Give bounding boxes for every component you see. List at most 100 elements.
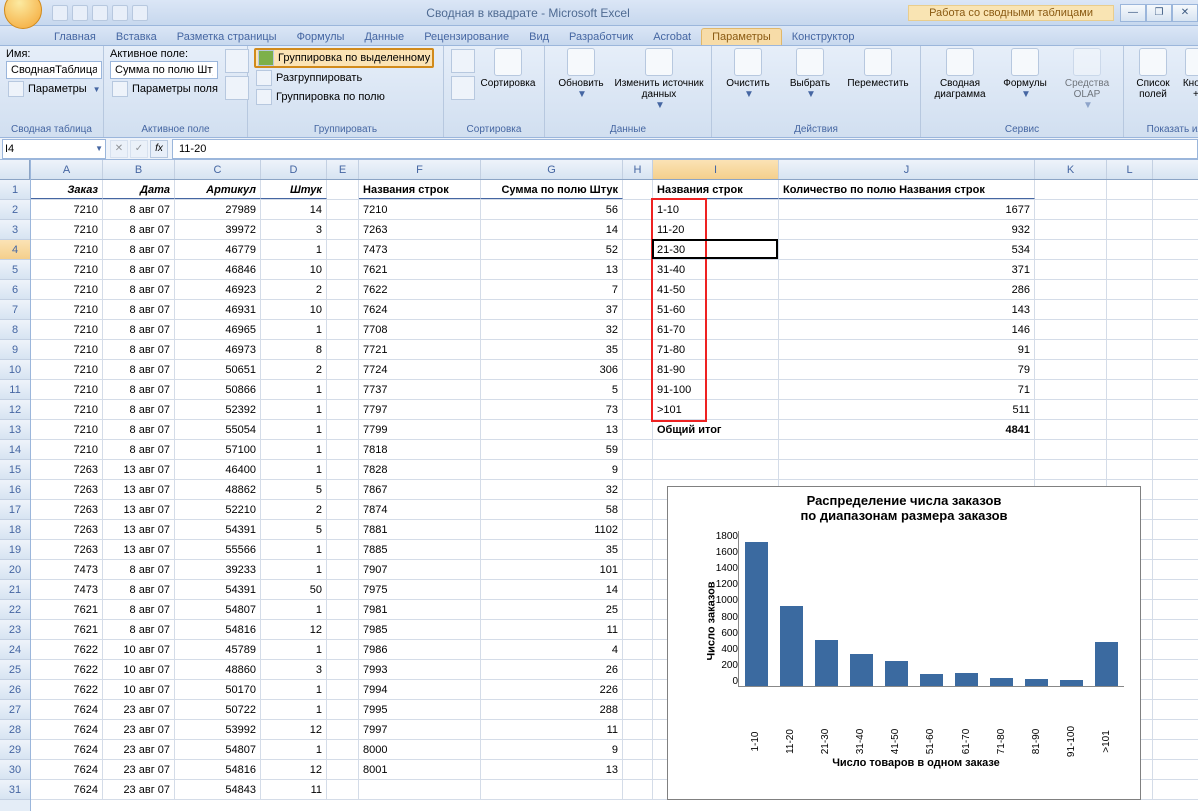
cell-E14[interactable] [327, 440, 359, 459]
cell-F22[interactable]: 7981 [359, 600, 481, 619]
cell-C24[interactable]: 45789 [175, 640, 261, 659]
row-head-3[interactable]: 3 [0, 220, 30, 240]
cell-A2[interactable]: 7210 [31, 200, 103, 219]
cell-F15[interactable]: 7828 [359, 460, 481, 479]
maximize-button[interactable]: ❐ [1146, 4, 1172, 22]
cell-B2[interactable]: 8 авг 07 [103, 200, 175, 219]
cell-F28[interactable]: 7997 [359, 720, 481, 739]
cell-G17[interactable]: 58 [481, 500, 623, 519]
cell-F18[interactable]: 7881 [359, 520, 481, 539]
cell-L1[interactable] [1107, 180, 1153, 199]
cell-I3[interactable]: 11-20 [653, 220, 779, 239]
cell-G6[interactable]: 7 [481, 280, 623, 299]
cell-E19[interactable] [327, 540, 359, 559]
cell-F6[interactable]: 7622 [359, 280, 481, 299]
row-head-20[interactable]: 20 [0, 560, 30, 580]
cell-K10[interactable] [1035, 360, 1107, 379]
tab-вставка[interactable]: Вставка [106, 29, 167, 45]
cell-E22[interactable] [327, 600, 359, 619]
cell-B4[interactable]: 8 авг 07 [103, 240, 175, 259]
row-head-14[interactable]: 14 [0, 440, 30, 460]
cell-K4[interactable] [1035, 240, 1107, 259]
cell-B16[interactable]: 13 авг 07 [103, 480, 175, 499]
cell-C5[interactable]: 46846 [175, 260, 261, 279]
cell-F13[interactable]: 7799 [359, 420, 481, 439]
tab-данные[interactable]: Данные [354, 29, 414, 45]
cell-H9[interactable] [623, 340, 653, 359]
cell-F2[interactable]: 7210 [359, 200, 481, 219]
row-head-11[interactable]: 11 [0, 380, 30, 400]
group-by-field-button[interactable]: Группировка по полю [254, 88, 434, 106]
fieldlist-button[interactable]: Список полей [1130, 48, 1176, 100]
cell-D2[interactable]: 14 [261, 200, 327, 219]
cell-H20[interactable] [623, 560, 653, 579]
cell-C31[interactable]: 54843 [175, 780, 261, 799]
chart-bar-31-40[interactable] [850, 654, 873, 686]
cell-A10[interactable]: 7210 [31, 360, 103, 379]
cell-H4[interactable] [623, 240, 653, 259]
cell-C14[interactable]: 57100 [175, 440, 261, 459]
clear-button[interactable]: Очистить▼ [718, 48, 778, 100]
cell-L7[interactable] [1107, 300, 1153, 319]
cell-J8[interactable]: 146 [779, 320, 1035, 339]
cell-K13[interactable] [1035, 420, 1107, 439]
qat-save-icon[interactable] [52, 5, 68, 21]
row-head-24[interactable]: 24 [0, 640, 30, 660]
cell-B18[interactable]: 13 авг 07 [103, 520, 175, 539]
cell-E31[interactable] [327, 780, 359, 799]
cell-I12[interactable]: >101 [653, 400, 779, 419]
cell-D8[interactable]: 1 [261, 320, 327, 339]
close-button[interactable]: ✕ [1172, 4, 1198, 22]
row-head-21[interactable]: 21 [0, 580, 30, 600]
cell-B29[interactable]: 23 авг 07 [103, 740, 175, 759]
cell-E12[interactable] [327, 400, 359, 419]
cell-B14[interactable]: 8 авг 07 [103, 440, 175, 459]
cell-F27[interactable]: 7995 [359, 700, 481, 719]
cell-D16[interactable]: 5 [261, 480, 327, 499]
cell-B15[interactable]: 13 авг 07 [103, 460, 175, 479]
cell-H19[interactable] [623, 540, 653, 559]
cell-L15[interactable] [1107, 460, 1153, 479]
cell-D23[interactable]: 12 [261, 620, 327, 639]
cell-K9[interactable] [1035, 340, 1107, 359]
plusminus-button[interactable]: Кнопки +/- [1178, 48, 1198, 100]
cell-A25[interactable]: 7622 [31, 660, 103, 679]
cell-E16[interactable] [327, 480, 359, 499]
cell-K12[interactable] [1035, 400, 1107, 419]
cell-C3[interactable]: 39972 [175, 220, 261, 239]
cell-D26[interactable]: 1 [261, 680, 327, 699]
col-head-I[interactable]: I [653, 160, 779, 179]
cell-C7[interactable]: 46931 [175, 300, 261, 319]
row-head-25[interactable]: 25 [0, 660, 30, 680]
cell-G14[interactable]: 59 [481, 440, 623, 459]
cell-A31[interactable]: 7624 [31, 780, 103, 799]
cell-E10[interactable] [327, 360, 359, 379]
cell-H16[interactable] [623, 480, 653, 499]
cell-I4[interactable]: 21-30 [653, 240, 779, 259]
group-by-selection-button[interactable]: Группировка по выделенному [254, 48, 434, 68]
cell-C23[interactable]: 54816 [175, 620, 261, 639]
row-head-31[interactable]: 31 [0, 780, 30, 800]
cell-E5[interactable] [327, 260, 359, 279]
cell-A27[interactable]: 7624 [31, 700, 103, 719]
cell-A3[interactable]: 7210 [31, 220, 103, 239]
cell-L14[interactable] [1107, 440, 1153, 459]
cell-H6[interactable] [623, 280, 653, 299]
cell-B24[interactable]: 10 авг 07 [103, 640, 175, 659]
sort-button[interactable]: Сортировка [478, 48, 538, 89]
cell-I1[interactable]: Названия строк [653, 180, 779, 199]
col-head-K[interactable]: K [1035, 160, 1107, 179]
cell-A28[interactable]: 7624 [31, 720, 103, 739]
cell-G5[interactable]: 13 [481, 260, 623, 279]
cell-D25[interactable]: 3 [261, 660, 327, 679]
cell-C21[interactable]: 54391 [175, 580, 261, 599]
cell-F19[interactable]: 7885 [359, 540, 481, 559]
move-button[interactable]: Переместить [842, 48, 914, 89]
chart-bar-61-70[interactable] [955, 673, 978, 686]
cell-E13[interactable] [327, 420, 359, 439]
cell-E6[interactable] [327, 280, 359, 299]
qat-print-icon[interactable] [112, 5, 128, 21]
cell-H22[interactable] [623, 600, 653, 619]
cell-K6[interactable] [1035, 280, 1107, 299]
col-head-E[interactable]: E [327, 160, 359, 179]
